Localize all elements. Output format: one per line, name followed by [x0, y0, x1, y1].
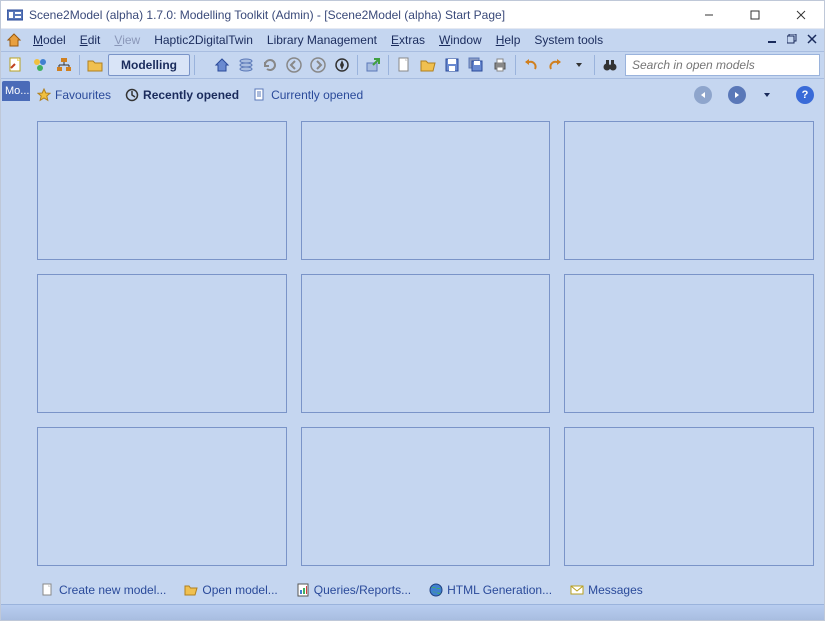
sidebar-tab-label: Mo... [5, 85, 29, 97]
start-page: Favourites Recently opened Currently ope… [31, 79, 824, 604]
statusbar [1, 604, 824, 620]
link-label: Messages [588, 583, 643, 597]
sidebar-tab-models[interactable]: Mo... ✕ [2, 81, 30, 101]
search-input[interactable] [625, 54, 820, 76]
back-icon[interactable] [283, 54, 305, 76]
home-icon[interactable] [211, 54, 233, 76]
nav-next-button[interactable] [728, 86, 746, 104]
folder-icon[interactable] [84, 54, 106, 76]
nav-prev-button[interactable] [694, 86, 712, 104]
window-title: Scene2Model (alpha) 1.7.0: Modelling Too… [29, 8, 686, 22]
mdi-window-controls [764, 31, 820, 47]
forward-icon[interactable] [307, 54, 329, 76]
binoculars-icon[interactable] [599, 54, 621, 76]
help-button[interactable]: ? [796, 86, 814, 104]
export-icon[interactable] [362, 54, 384, 76]
model-tile-grid [35, 107, 816, 576]
html-generation-link[interactable]: HTML Generation... [429, 583, 552, 597]
tab-label: Recently opened [143, 88, 239, 102]
queries-reports-link[interactable]: Queries/Reports... [296, 583, 411, 597]
model-tile[interactable] [301, 121, 551, 260]
messages-link[interactable]: Messages [570, 583, 643, 597]
mdi-minimize-button[interactable] [764, 31, 780, 47]
toolbar-separator [194, 55, 195, 75]
window-controls [686, 1, 824, 29]
models-icon[interactable] [29, 54, 51, 76]
tab-label: Currently opened [271, 88, 363, 102]
new-file-icon [41, 583, 55, 597]
link-label: Create new model... [59, 583, 166, 597]
minimize-button[interactable] [686, 1, 732, 29]
sidebar: Mo... ✕ [1, 79, 31, 604]
structure-icon[interactable] [53, 54, 75, 76]
tab-label: Favourites [55, 88, 111, 102]
stack-icon[interactable] [235, 54, 257, 76]
tab-currently-opened[interactable]: Currently opened [253, 88, 363, 102]
toolbar-separator [79, 55, 80, 75]
model-tile[interactable] [564, 274, 814, 413]
refresh-icon[interactable] [259, 54, 281, 76]
toolbar: Modelling [1, 51, 824, 79]
app-window: Scene2Model (alpha) 1.7.0: Modelling Too… [0, 0, 825, 621]
globe-icon [429, 583, 443, 597]
model-tile[interactable] [301, 427, 551, 566]
open-model-link[interactable]: Open model... [184, 583, 277, 597]
tab-recently-opened[interactable]: Recently opened [125, 88, 239, 102]
model-tile[interactable] [301, 274, 551, 413]
app-icon [7, 8, 23, 22]
toolbar-separator [357, 55, 358, 75]
open-folder-icon [184, 583, 198, 597]
mode-button[interactable]: Modelling [108, 54, 190, 76]
save-icon[interactable] [441, 54, 463, 76]
menu-extras[interactable]: Extras [385, 31, 431, 49]
menu-help[interactable]: Help [490, 31, 527, 49]
menu-library-management[interactable]: Library Management [261, 31, 383, 49]
toolbar-separator [515, 55, 516, 75]
content-tabs: Favourites Recently opened Currently ope… [35, 83, 816, 107]
menu-window[interactable]: Window [433, 31, 488, 49]
report-icon [296, 583, 310, 597]
client-area: Mo... ✕ Favourites Recently opened Curre… [1, 79, 824, 604]
bottom-links: Create new model... Open model... Querie… [35, 576, 816, 604]
model-tile[interactable] [37, 121, 287, 260]
maximize-button[interactable] [732, 1, 778, 29]
toolbar-separator [388, 55, 389, 75]
menu-model[interactable]: Model [27, 31, 72, 49]
menu-view: View [108, 31, 146, 49]
titlebar: Scene2Model (alpha) 1.7.0: Modelling Too… [1, 1, 824, 29]
menubar: Model Edit View Haptic2DigitalTwin Libra… [1, 29, 824, 51]
compass-icon[interactable] [331, 54, 353, 76]
new-model-icon[interactable] [5, 54, 27, 76]
print-icon[interactable] [489, 54, 511, 76]
link-label: Open model... [202, 583, 277, 597]
document-icon [253, 88, 267, 102]
model-tile[interactable] [564, 427, 814, 566]
model-tile[interactable] [37, 274, 287, 413]
nav-dropdown-icon[interactable] [762, 86, 772, 104]
toolbar-separator [594, 55, 595, 75]
new-file-icon[interactable] [393, 54, 415, 76]
envelope-icon [570, 583, 584, 597]
mdi-restore-button[interactable] [784, 31, 800, 47]
link-label: HTML Generation... [447, 583, 552, 597]
menu-edit[interactable]: Edit [74, 31, 107, 49]
recent-icon [125, 88, 139, 102]
model-tile[interactable] [37, 427, 287, 566]
tab-favourites[interactable]: Favourites [37, 88, 111, 102]
model-tile[interactable] [564, 121, 814, 260]
menu-haptic2digitaltwin[interactable]: Haptic2DigitalTwin [148, 31, 259, 49]
home-icon[interactable] [5, 31, 23, 49]
redo-icon[interactable] [544, 54, 566, 76]
mdi-close-button[interactable] [804, 31, 820, 47]
undo-icon[interactable] [520, 54, 542, 76]
star-icon [37, 88, 51, 102]
open-folder-icon[interactable] [417, 54, 439, 76]
save-all-icon[interactable] [465, 54, 487, 76]
close-button[interactable] [778, 1, 824, 29]
undo-history-icon[interactable] [568, 54, 590, 76]
create-new-model-link[interactable]: Create new model... [41, 583, 166, 597]
link-label: Queries/Reports... [314, 583, 411, 597]
menu-system-tools[interactable]: System tools [528, 31, 609, 49]
